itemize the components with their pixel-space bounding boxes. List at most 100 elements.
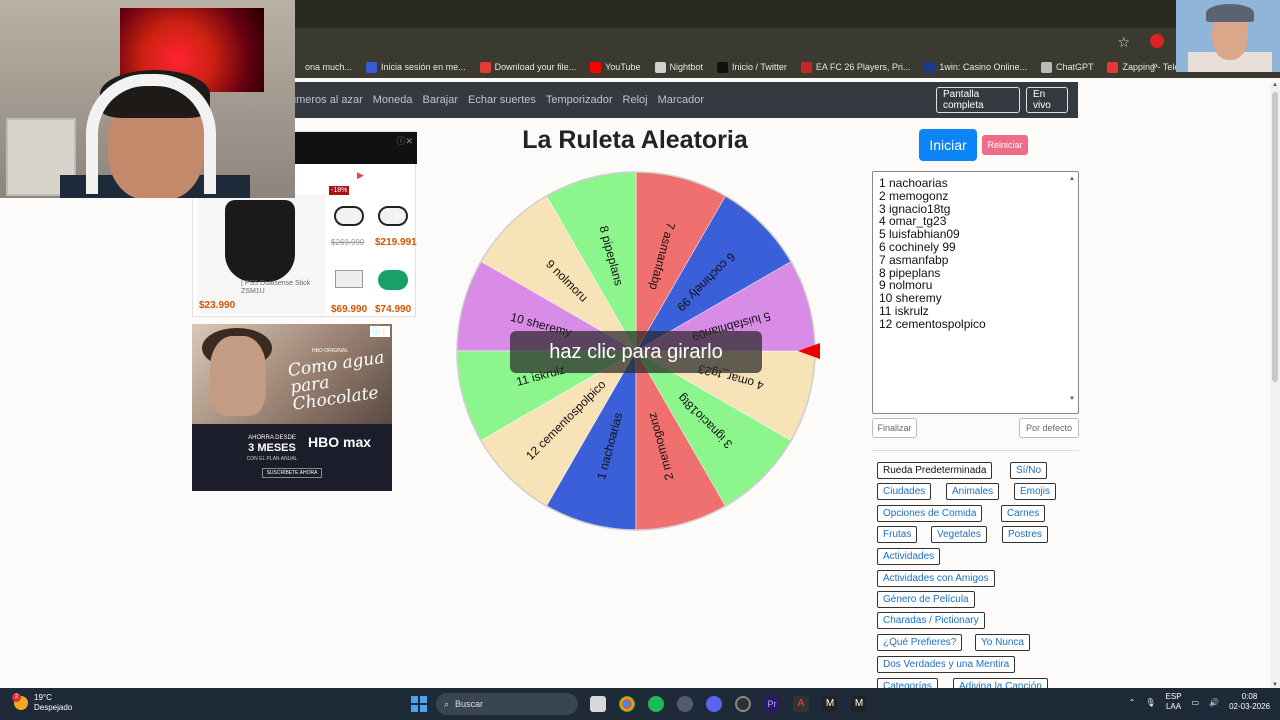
search-icon: ⌕: [444, 698, 450, 709]
ad-thumb-1[interactable]: [329, 194, 369, 236]
bookmark-favicon-icon: [479, 61, 491, 73]
bookmarks-more-icon[interactable]: »: [1152, 60, 1158, 72]
bookmark-label: ona much...: [305, 62, 353, 72]
ad-subscribe-button[interactable]: SUSCRÍBETE AHORA: [262, 468, 322, 478]
bookmark-item[interactable]: 1win: Casino Online...: [924, 61, 1027, 73]
ad-main-product[interactable]: | PS5 Dualsense Stick ZSM1U: [197, 194, 325, 314]
preset-button[interactable]: Opciones de Comida: [877, 505, 983, 522]
start-button[interactable]: Iniciar: [919, 129, 977, 161]
page-title: La Ruleta Aleatoria: [522, 126, 748, 154]
bookmark-item[interactable]: Inicia sesión en me...: [366, 61, 466, 73]
preset-button[interactable]: Carnes: [1001, 505, 1046, 522]
preset-button[interactable]: Yo Nunca: [975, 634, 1030, 651]
preset-button[interactable]: Animales: [946, 483, 1000, 500]
app-a-icon[interactable]: A: [793, 696, 809, 712]
preset-button[interactable]: Actividades: [877, 548, 941, 565]
app-icon[interactable]: [677, 696, 693, 712]
app-m2-icon[interactable]: M: [851, 696, 867, 712]
textarea-scrollbar[interactable]: ▲ ▼: [1068, 173, 1077, 412]
preset-button[interactable]: Dos Verdades y una Mentira: [877, 656, 1016, 673]
bookmark-item[interactable]: ona much...: [290, 61, 353, 73]
extension-icon[interactable]: [1150, 34, 1164, 48]
system-tray: ⌃ 🎙 ESP LAA ▭ 🔊 0:08 02-03-2026: [1129, 692, 1270, 712]
preset-button[interactable]: Ciudades: [877, 483, 932, 500]
clock-date: 02-03-2026: [1229, 702, 1270, 711]
preset-button[interactable]: Género de Película: [877, 591, 975, 608]
scroll-down-icon[interactable]: ▼: [1069, 393, 1075, 406]
ad-play-icon: ▶: [357, 170, 364, 180]
nav-link[interactable]: Marcador: [658, 94, 704, 106]
preset-button[interactable]: Emojis: [1014, 483, 1057, 500]
hbo-ad[interactable]: HBO ORIGINAL Como agua para Chocolate AH…: [192, 324, 392, 491]
nav-link[interactable]: úmeros al azar: [290, 94, 363, 106]
weather-widget[interactable]: 2 19°C Despejado: [12, 693, 72, 713]
taskbar-search[interactable]: ⌕ Buscar: [436, 693, 578, 715]
scrollbar-thumb[interactable]: [1272, 92, 1278, 382]
nav-link[interactable]: Echar suertes: [468, 94, 536, 106]
ad-info-icon[interactable]: ⓘ⋮: [370, 326, 390, 337]
volume-icon[interactable]: 🔊: [1209, 698, 1219, 707]
obs-icon[interactable]: [735, 696, 751, 712]
spotify-icon[interactable]: [648, 696, 664, 712]
bookmark-label: 1win: Casino Online...: [939, 62, 1027, 72]
ad-thumb-3[interactable]: [329, 258, 369, 300]
nav-link[interactable]: Temporizador: [546, 94, 613, 106]
bookmark-item[interactable]: ChatGPT: [1040, 61, 1093, 73]
windows-start-icon[interactable]: [411, 696, 427, 712]
nav-link[interactable]: Barajar: [423, 94, 458, 106]
nav-link[interactable]: Reloj: [623, 94, 648, 106]
bookmark-item[interactable]: EA FC 26 Players, Pri...: [800, 61, 910, 73]
headset-icon: [86, 74, 216, 194]
preset-button[interactable]: Rueda Predeterminada: [877, 462, 993, 479]
site-navbar: úmeros al azar Moneda Barajar Echar suertes…: [290, 82, 1078, 118]
preset-button[interactable]: Postres: [1002, 526, 1048, 543]
bookmark-item[interactable]: Inicio / Twitter: [717, 61, 787, 73]
chrome-icon[interactable]: [619, 696, 635, 712]
live-button[interactable]: En vivo: [1026, 87, 1068, 113]
ad-thumb-2[interactable]: [373, 194, 413, 236]
ad-thumb-4[interactable]: [373, 258, 413, 300]
network-icon[interactable]: ▭: [1192, 698, 1200, 707]
nav-link[interactable]: Moneda: [373, 94, 413, 106]
taskbar-clock[interactable]: 0:08 02-03-2026: [1229, 692, 1270, 712]
windows-taskbar: 2 19°C Despejado ⌕ Buscar Pr A M M ⌃ 🎙 E…: [0, 688, 1280, 720]
bookmark-item[interactable]: Nightbot: [654, 61, 703, 73]
preset-button[interactable]: Charadas / Pictionary: [877, 612, 985, 629]
preset-button[interactable]: Frutas: [877, 526, 918, 543]
preset-button[interactable]: Actividades con Amigos: [877, 570, 995, 587]
app-m-icon[interactable]: M: [822, 696, 838, 712]
premiere-icon[interactable]: Pr: [764, 696, 780, 712]
preset-button[interactable]: Sí/No: [1010, 462, 1048, 479]
spin-prompt[interactable]: haz clic para girarlo: [510, 331, 762, 373]
notification-badge: 2: [12, 693, 21, 702]
fullscreen-button[interactable]: Pantalla completa: [936, 87, 1020, 113]
tray-chevron-icon[interactable]: ⌃: [1129, 698, 1136, 707]
bookmark-item[interactable]: YouTube: [590, 61, 641, 73]
entry-line: 6 cochinely 99: [879, 239, 956, 254]
discord-icon[interactable]: [706, 696, 722, 712]
scroll-up-icon[interactable]: ▲: [1272, 82, 1278, 88]
bookmark-star-icon[interactable]: ☆: [1117, 34, 1130, 51]
microphone-icon[interactable]: 🎙: [1145, 698, 1155, 707]
ad-main-price: $23.990: [199, 300, 236, 311]
controller-stick-image: [225, 200, 295, 282]
language-indicator[interactable]: ESP LAA: [1166, 692, 1182, 712]
preset-button[interactable]: ¿Qué Prefieres?: [877, 634, 963, 651]
ad-offer-panel: AHORRA DESDE 3 MESES CON EL PLAN ANUAL H…: [192, 424, 392, 491]
weather-sun-icon: 2: [12, 693, 28, 710]
clock-time: 0:08: [1241, 692, 1258, 701]
reset-button[interactable]: Reiniciar: [982, 135, 1028, 155]
ad-close-icon[interactable]: ⓘ✕: [396, 134, 413, 147]
page-scrollbar[interactable]: ▲ ▼: [1270, 82, 1280, 688]
entries-textarea[interactable]: 1 nachoarias 2 memogonz 3 ignacio18tg 4 oma…: [872, 171, 1079, 414]
discount-badge: -18%: [329, 186, 350, 195]
preset-button[interactable]: Vegetales: [931, 526, 987, 543]
scroll-up-icon[interactable]: ▲: [1069, 173, 1075, 186]
default-button[interactable]: Por defecto: [1019, 418, 1079, 438]
bookmark-item[interactable]: Download your file...: [479, 61, 576, 73]
bookmark-favicon-icon: [366, 61, 378, 73]
file-explorer-icon[interactable]: [590, 696, 606, 712]
console-image: [335, 270, 363, 288]
finish-button[interactable]: Finalizar: [872, 418, 917, 438]
bookmark-favicon-icon: [1040, 61, 1052, 73]
